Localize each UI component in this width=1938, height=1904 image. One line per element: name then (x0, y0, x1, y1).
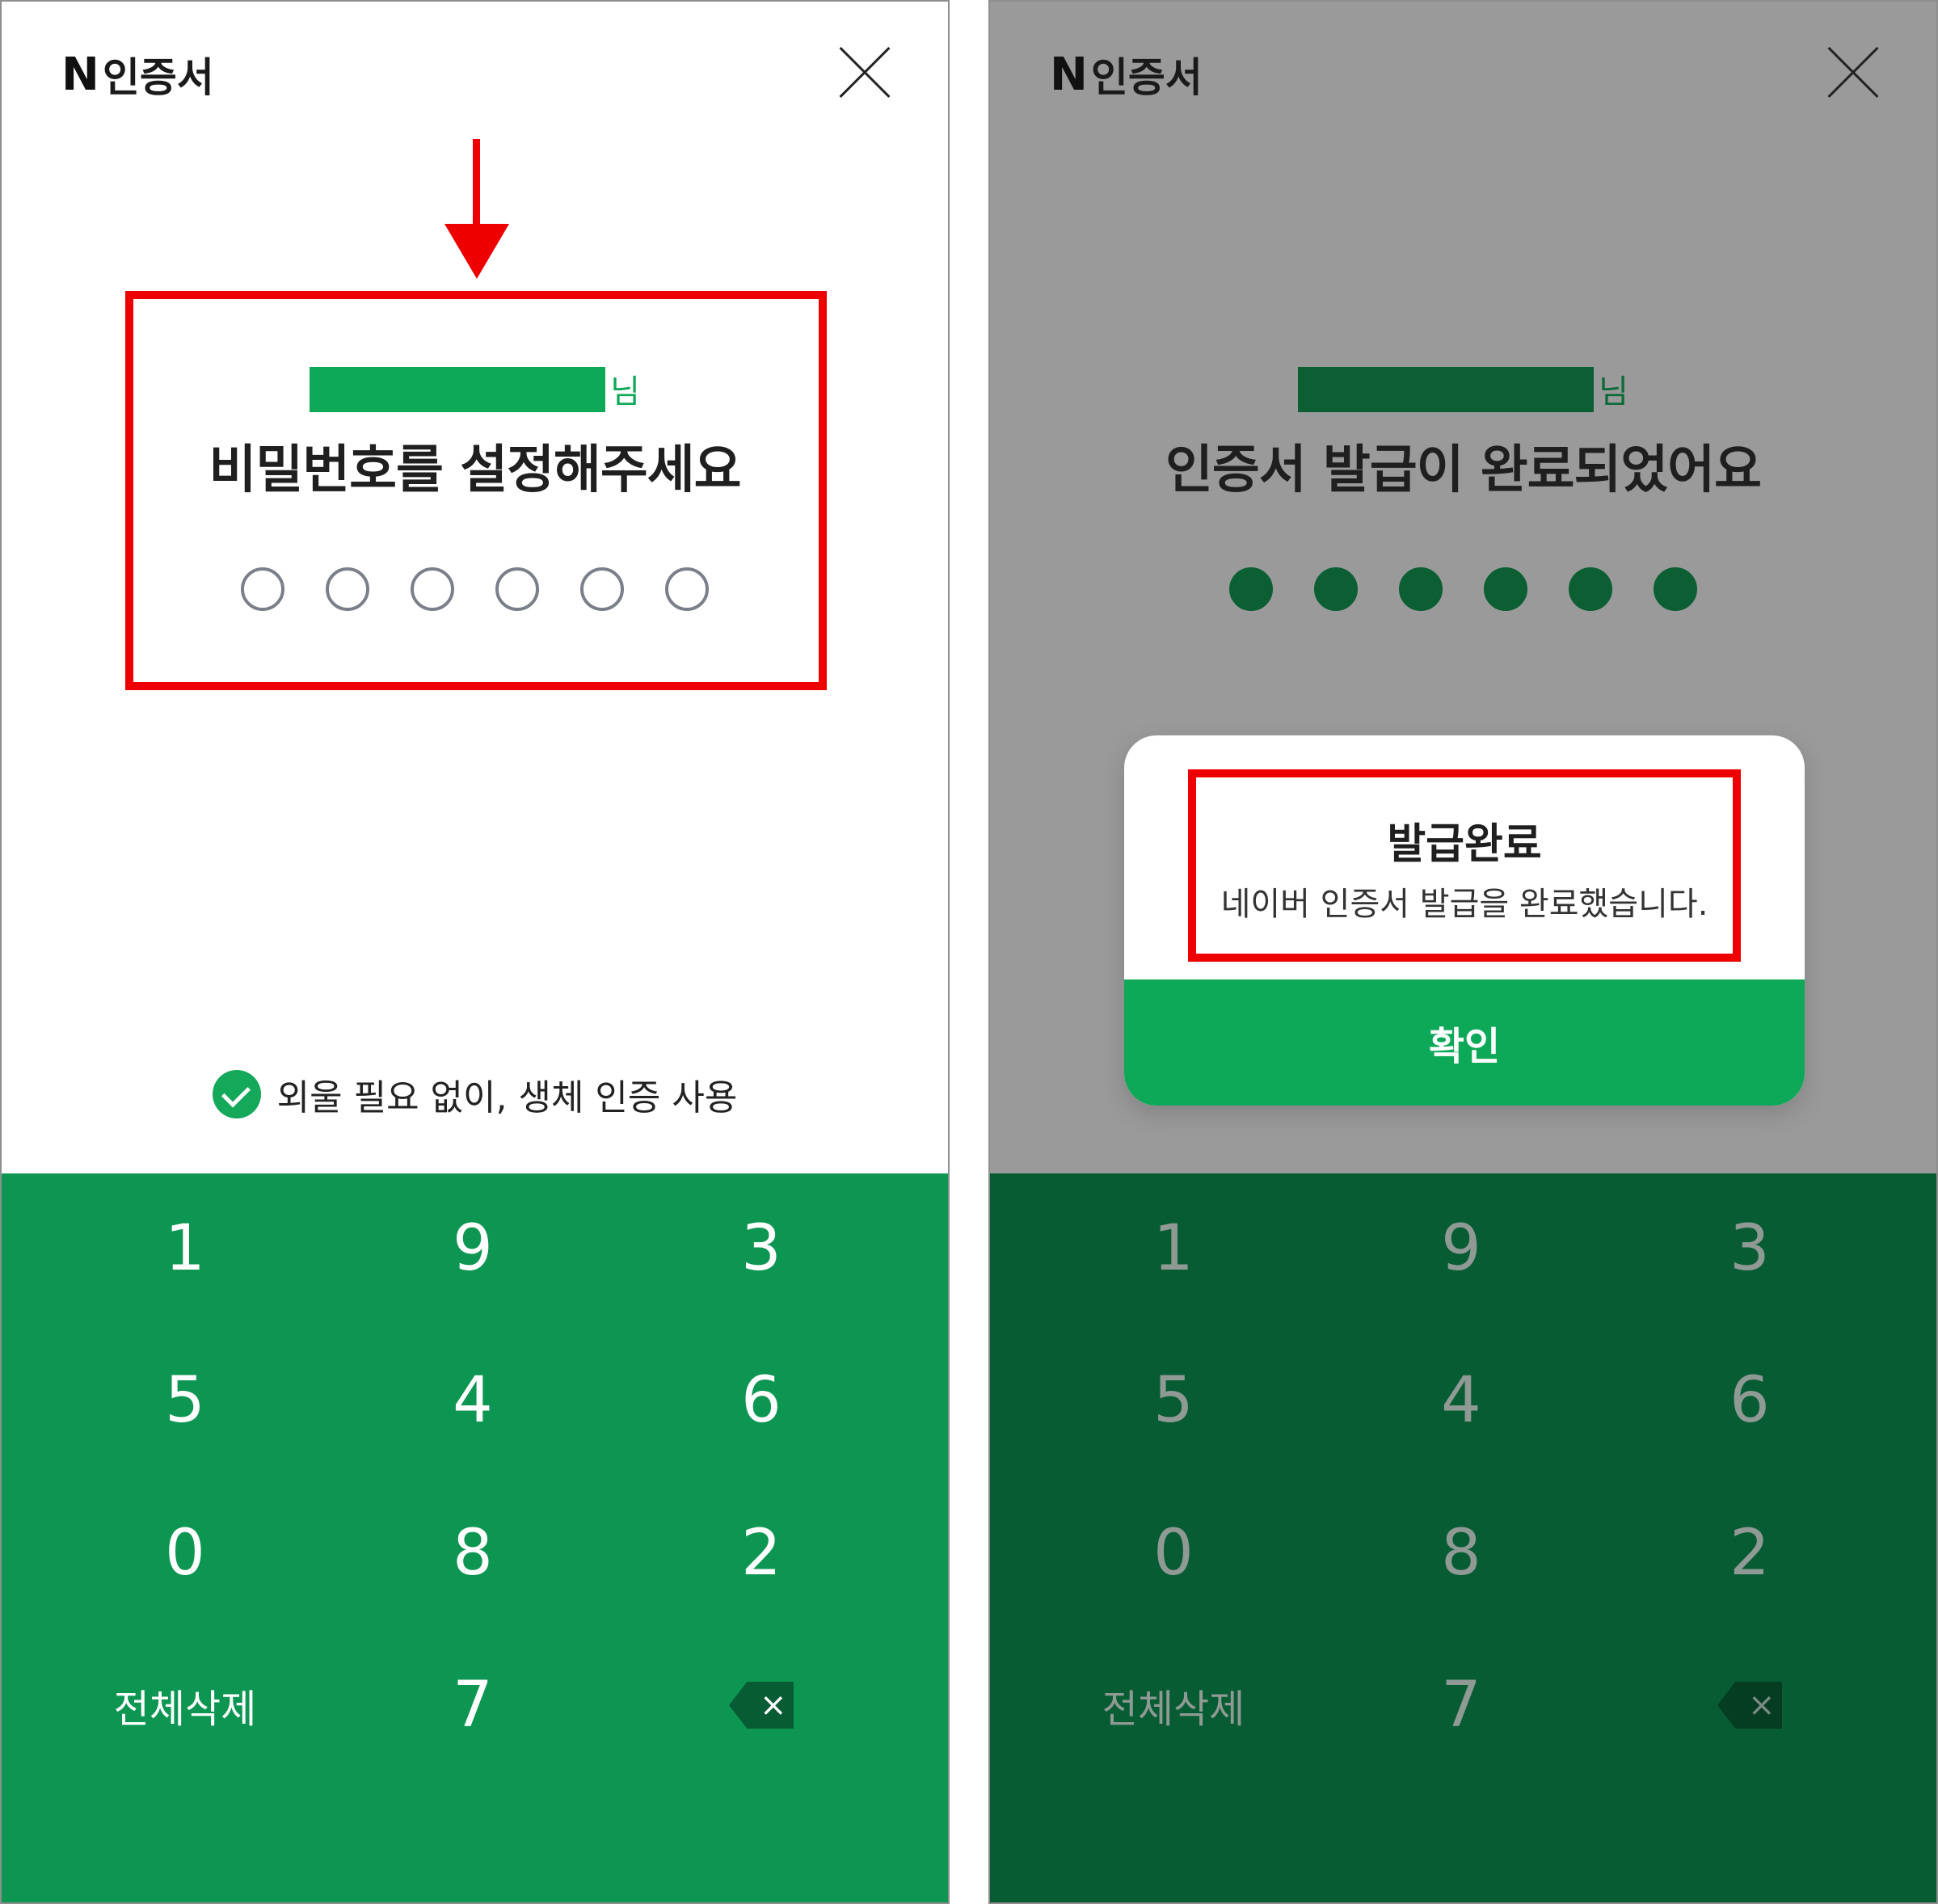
pin-dot (1654, 567, 1697, 611)
backspace-icon: × (1717, 1682, 1782, 1729)
backspace-icon: × (729, 1682, 794, 1729)
key-8[interactable]: 8 (1340, 1501, 1582, 1606)
annotation-highlight-box (125, 291, 827, 690)
key-6[interactable]: 6 (1628, 1348, 1871, 1453)
clear-all-button[interactable]: 전체삭제 (64, 1653, 306, 1758)
key-2[interactable]: 2 (640, 1501, 883, 1606)
key-4[interactable]: 4 (352, 1348, 594, 1453)
key-1[interactable]: 1 (64, 1196, 306, 1301)
key-5[interactable]: 5 (64, 1348, 306, 1453)
key-5[interactable]: 5 (1052, 1348, 1295, 1453)
brand-logo: N 인증서 (61, 45, 214, 103)
key-6[interactable]: 6 (640, 1348, 883, 1453)
key-8[interactable]: 8 (352, 1501, 594, 1606)
phone-issue-complete: N 인증서 님 인증서 발급이 완료되었어요 1 9 3 5 4 6 0 8 2… (988, 0, 1938, 1904)
key-7[interactable]: 7 (352, 1653, 594, 1758)
key-3[interactable]: 3 (640, 1196, 883, 1301)
annotation-highlight-box (1188, 769, 1741, 962)
annotation-arrow-shaft (473, 139, 480, 228)
app-title: 인증서 (1090, 54, 1203, 101)
key-9[interactable]: 9 (1340, 1196, 1582, 1301)
pin-dot (1484, 567, 1527, 611)
issue-complete-dialog: 발급완료 네이버 인증서 발급을 완료했습니다. 확인 (1124, 735, 1805, 1106)
check-circle-icon[interactable] (212, 1070, 261, 1118)
key-4[interactable]: 4 (1340, 1348, 1582, 1453)
app-title: 인증서 (102, 54, 214, 101)
backspace-button[interactable]: × (1628, 1653, 1871, 1758)
clear-all-button[interactable]: 전체삭제 (1052, 1653, 1295, 1758)
key-7[interactable]: 7 (1340, 1653, 1582, 1758)
user-name-row: 님 (990, 367, 1936, 412)
close-icon[interactable] (840, 47, 890, 97)
key-1[interactable]: 1 (1052, 1196, 1295, 1301)
naver-n-logo: N (1050, 48, 1088, 101)
key-0[interactable]: 0 (64, 1501, 306, 1606)
backspace-button[interactable]: × (640, 1653, 883, 1758)
key-0[interactable]: 0 (1052, 1501, 1295, 1606)
annotation-arrow-down-icon (444, 224, 509, 279)
biometric-option[interactable]: 외울 필요 없이, 생체 인증 사용 (2, 1068, 948, 1120)
phone-set-password: N 인증서 님 비밀번호를 설정해주세요 외울 필요 없이, 생체 인증 사용 … (0, 0, 950, 1904)
naver-n-logo: N (61, 48, 99, 101)
brand-logo: N 인증서 (1050, 45, 1203, 103)
pin-dot (1314, 567, 1358, 611)
pin-dot (1399, 567, 1443, 611)
pin-dot (1569, 567, 1612, 611)
screenshot-stage: N 인증서 님 비밀번호를 설정해주세요 외울 필요 없이, 생체 인증 사용 … (0, 0, 1938, 1904)
key-2[interactable]: 2 (1628, 1501, 1871, 1606)
close-icon[interactable] (1828, 47, 1878, 97)
numeric-keypad: 1 9 3 5 4 6 0 8 2 전체삭제 7 × (2, 1173, 948, 1902)
pin-indicator (990, 567, 1936, 611)
redacted-user-name (1298, 367, 1595, 412)
confirm-button[interactable]: 확인 (1124, 979, 1805, 1106)
pin-dot (1229, 567, 1273, 611)
key-9[interactable]: 9 (352, 1196, 594, 1301)
biometric-label: 외울 필요 없이, 생체 인증 사용 (276, 1077, 738, 1118)
key-3[interactable]: 3 (1628, 1196, 1871, 1301)
numeric-keypad: 1 9 3 5 4 6 0 8 2 전체삭제 7 × (990, 1173, 1936, 1902)
name-honorific: 님 (1599, 373, 1628, 411)
page-title: 인증서 발급이 완료되었어요 (1165, 440, 1762, 500)
